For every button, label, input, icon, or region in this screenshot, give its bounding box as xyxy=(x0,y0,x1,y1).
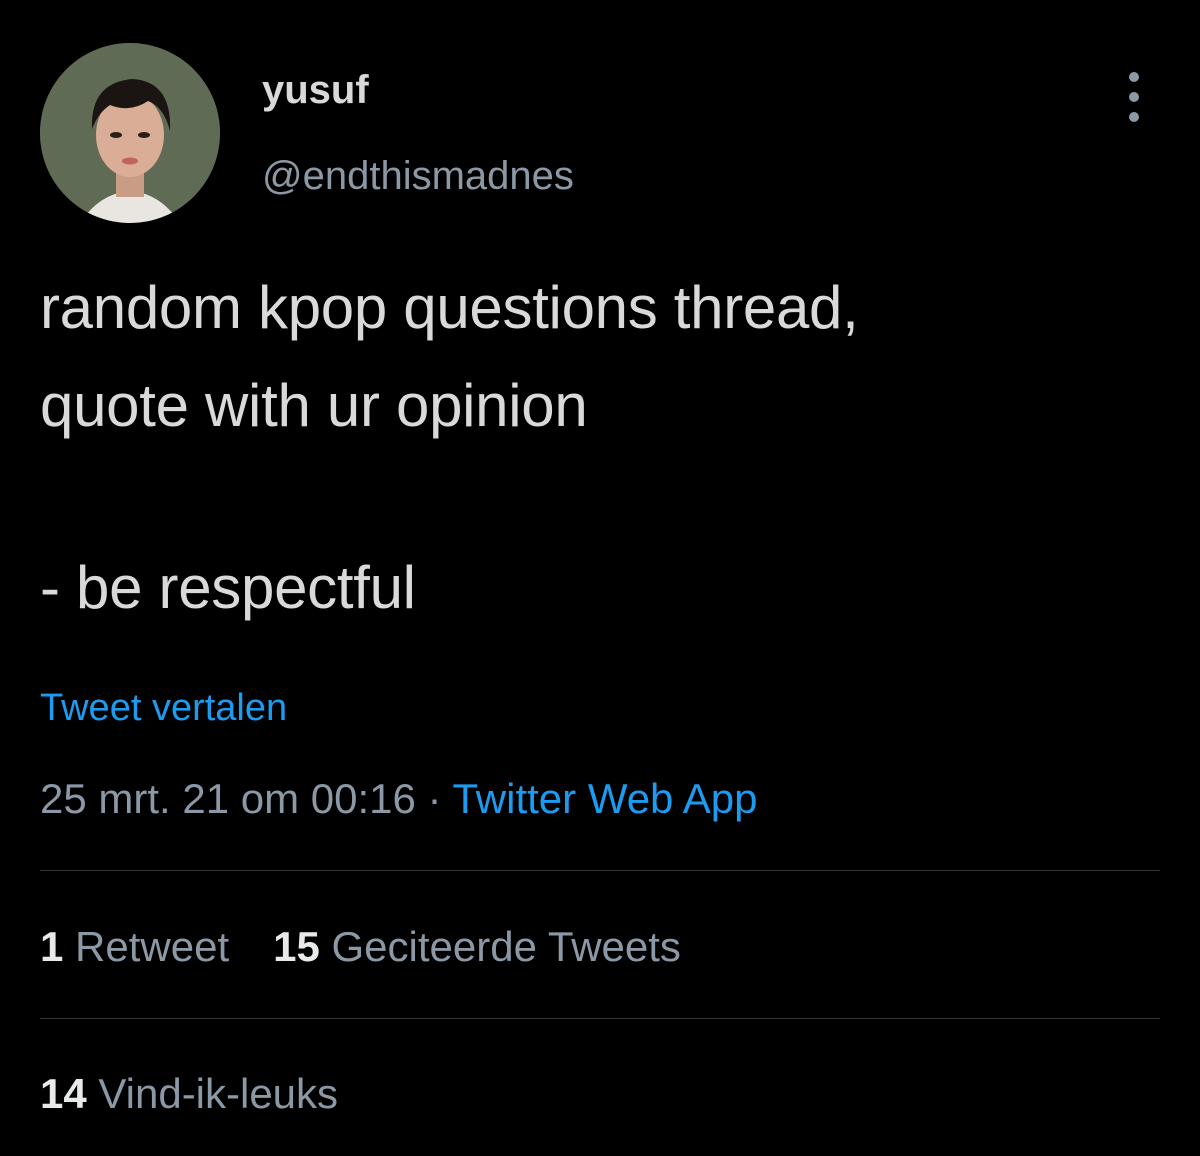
stats-row-shares: 1 Retweet 15 Geciteerde Tweets xyxy=(40,926,681,968)
more-dot xyxy=(1129,112,1139,122)
user-handle[interactable]: @endthismadnes xyxy=(262,156,574,196)
tweet-meta: 25 mrt. 21 om 00:16 · Twitter Web App xyxy=(40,778,758,820)
more-vertical-icon[interactable] xyxy=(1118,72,1150,122)
retweets-count: 1 xyxy=(40,923,64,970)
timestamp[interactable]: 25 mrt. 21 om 00:16 xyxy=(40,775,416,822)
likes-label: Vind-ik-leuks xyxy=(98,1070,339,1117)
divider xyxy=(40,870,1160,871)
avatar[interactable] xyxy=(40,43,220,223)
tweet-text-line-1: random kpop questions thread, xyxy=(40,274,859,341)
translate-tweet-link[interactable]: Tweet vertalen xyxy=(40,689,287,727)
display-name[interactable]: yusuf xyxy=(262,70,369,110)
tweet-detail: yusuf @endthismadnes random kpop questio… xyxy=(0,0,1200,1156)
divider xyxy=(40,1018,1160,1019)
meta-separator: · xyxy=(427,775,442,822)
source-link[interactable]: Twitter Web App xyxy=(452,775,757,822)
quote-tweets-stat[interactable]: 15 Geciteerde Tweets xyxy=(273,923,681,970)
likes-stat[interactable]: 14 Vind-ik-leuks xyxy=(40,1070,338,1117)
quote-tweets-count: 15 xyxy=(273,923,320,970)
tweet-text-line-2: quote with ur opinion xyxy=(40,372,588,439)
more-dot xyxy=(1129,92,1139,102)
avatar-image xyxy=(40,43,220,223)
quote-tweets-label: Geciteerde Tweets xyxy=(331,923,681,970)
more-dot xyxy=(1129,72,1139,82)
retweets-stat[interactable]: 1 Retweet xyxy=(40,923,229,970)
tweet-text-line-3: - be respectful xyxy=(40,554,416,621)
likes-count: 14 xyxy=(40,1070,87,1117)
retweets-label: Retweet xyxy=(75,923,230,970)
stats-row-likes: 14 Vind-ik-leuks xyxy=(40,1073,338,1115)
